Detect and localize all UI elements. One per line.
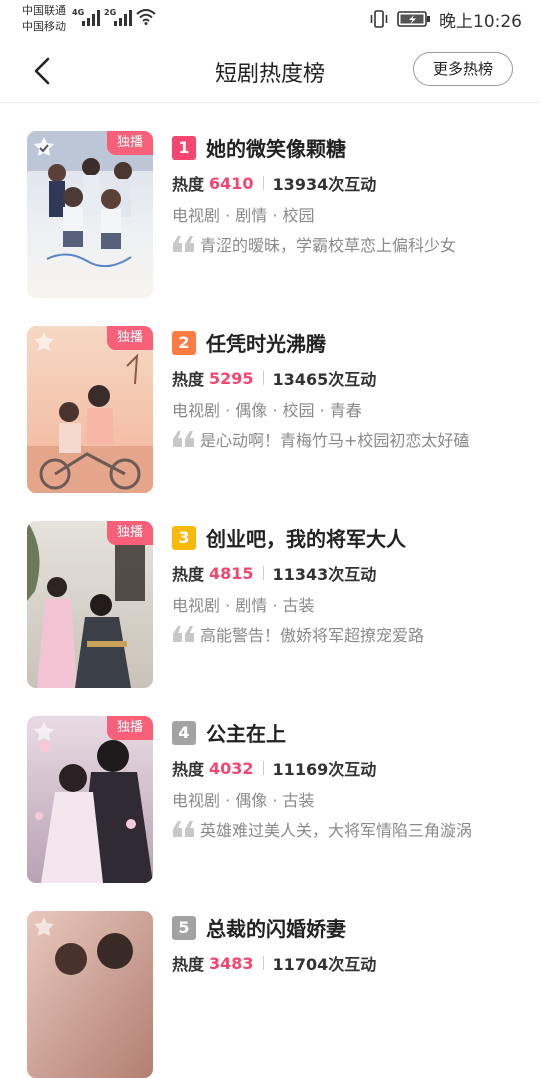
drama-title: 任凭时光沸腾 <box>206 332 326 356</box>
quote-text: 英雄难过美人关，大将军情陷三角漩涡 <box>200 821 473 840</box>
quote-icon <box>173 236 194 252</box>
exclusive-tag: 独播 <box>107 521 153 545</box>
battery-icon <box>397 11 430 27</box>
stats-row: 热度 3483 11704次互动 <box>172 951 376 975</box>
heat-label: 热度 <box>172 175 205 194</box>
rank-badge: 1 <box>172 136 196 160</box>
quote-row: 青涩的暧昧，学霸校草恋上偏科少女 <box>172 232 456 256</box>
back-arrow-icon <box>34 57 50 85</box>
rank-badge: 2 <box>172 331 196 355</box>
poster-image <box>27 911 153 1078</box>
exclusive-tag: 独播 <box>107 326 153 350</box>
status-bar: 中国联通 中国移动 4G 2G 晚上10:26 <box>0 0 540 40</box>
stat-divider <box>262 956 264 970</box>
star-icon <box>34 332 54 351</box>
list-item[interactable]: 独播 2 任凭时光沸腾 热度 5295 13465次互动 电视剧 · 偶像 · … <box>0 298 540 493</box>
stat-divider <box>262 371 264 385</box>
exclusive-tag: 独播 <box>107 131 153 155</box>
interaction-count: 11343次互动 <box>272 565 377 584</box>
stats-row: 热度 6410 13934次互动 <box>172 171 376 195</box>
poster-image: 独播 <box>27 716 153 883</box>
quote-row: 是心动啊！青梅竹马+校园初恋太好磕 <box>172 427 469 451</box>
stats-row: 热度 4815 11343次互动 <box>172 561 376 585</box>
heat-value: 4815 <box>209 563 254 583</box>
drama-title: 公主在上 <box>206 722 286 746</box>
heat-value: 6410 <box>209 173 254 193</box>
interaction-count: 11704次互动 <box>272 955 377 974</box>
quote-text: 高能警告！傲娇将军超撩宠爱路 <box>200 626 425 645</box>
stat-divider <box>262 761 264 775</box>
poster-image: 独播 <box>27 521 153 688</box>
quote-row: 高能警告！傲娇将军超撩宠爱路 <box>172 622 424 646</box>
interaction-count: 13465次互动 <box>272 370 377 389</box>
quote-icon <box>173 821 194 837</box>
header: 短剧热度榜 更多热榜 <box>0 40 540 103</box>
quote-icon <box>173 431 194 447</box>
poster-art <box>27 521 153 688</box>
heat-value: 3483 <box>209 953 254 973</box>
heat-label: 热度 <box>172 760 205 779</box>
rank-badge: 4 <box>172 721 196 745</box>
quote-text: 青涩的暧昧，学霸校草恋上偏科少女 <box>200 236 457 255</box>
rank-badge: 5 <box>172 916 196 940</box>
heat-label: 热度 <box>172 955 205 974</box>
drama-title: 总裁的闪婚娇妻 <box>206 917 346 941</box>
list-item[interactable]: 独播 4 公主在上 热度 4032 11169次互动 电视剧 · 偶像 · 古装… <box>0 688 540 883</box>
interaction-count: 13934次互动 <box>272 175 377 194</box>
heat-value: 5295 <box>209 368 254 388</box>
stat-divider <box>262 566 264 580</box>
quote-row: 英雄难过美人关，大将军情陷三角漩涡 <box>172 817 472 841</box>
more-rankings-button[interactable]: 更多热榜 <box>413 52 513 86</box>
genre-tags: 电视剧 · 偶像 · 校园 · 青春 <box>172 401 362 420</box>
carrier-1: 中国联通 <box>22 4 66 17</box>
heat-label: 热度 <box>172 565 205 584</box>
genre-tags: 电视剧 · 剧情 · 校园 <box>172 206 315 225</box>
drama-title: 创业吧，我的将军大人 <box>206 527 406 551</box>
genre-tags: 电视剧 · 偶像 · 古装 <box>172 791 315 810</box>
back-button[interactable] <box>26 54 62 88</box>
quote-icon <box>173 626 194 642</box>
interaction-count: 11169次互动 <box>272 760 377 779</box>
genre-tags: 电视剧 · 剧情 · 古装 <box>172 596 315 615</box>
rank-badge: 3 <box>172 526 196 550</box>
status-time: 晚上10:26 <box>439 11 522 32</box>
stats-row: 热度 5295 13465次互动 <box>172 366 376 390</box>
list-item[interactable]: 独播 1 她的微笑像颗糖 热度 6410 13934次互动 电视剧 · 剧情 ·… <box>0 103 540 298</box>
drama-title: 她的微笑像颗糖 <box>206 137 346 161</box>
star-icon <box>34 722 54 741</box>
star-icon <box>34 917 54 936</box>
poster-image: 独播 <box>27 326 153 493</box>
signal-icon-2 <box>114 10 132 26</box>
stats-row: 热度 4032 11169次互动 <box>172 756 376 780</box>
exclusive-tag: 独播 <box>107 716 153 740</box>
vibrate-icon <box>370 10 388 28</box>
list-item[interactable]: 5 总裁的闪婚娇妻 热度 3483 11704次互动 <box>0 883 540 1078</box>
signal-icon <box>82 10 100 26</box>
list-item[interactable]: 独播 3 创业吧，我的将军大人 热度 4815 11343次互动 电视剧 · 剧… <box>0 493 540 688</box>
carrier-2: 中国移动 <box>22 20 66 33</box>
quote-text: 是心动啊！青梅竹马+校园初恋太好磕 <box>200 431 470 450</box>
poster-image: 独播 <box>27 131 153 298</box>
wifi-icon <box>136 9 156 25</box>
heat-label: 热度 <box>172 370 205 389</box>
heat-value: 4032 <box>209 758 254 778</box>
favorite-check-icon <box>34 137 54 156</box>
stat-divider <box>262 176 264 190</box>
